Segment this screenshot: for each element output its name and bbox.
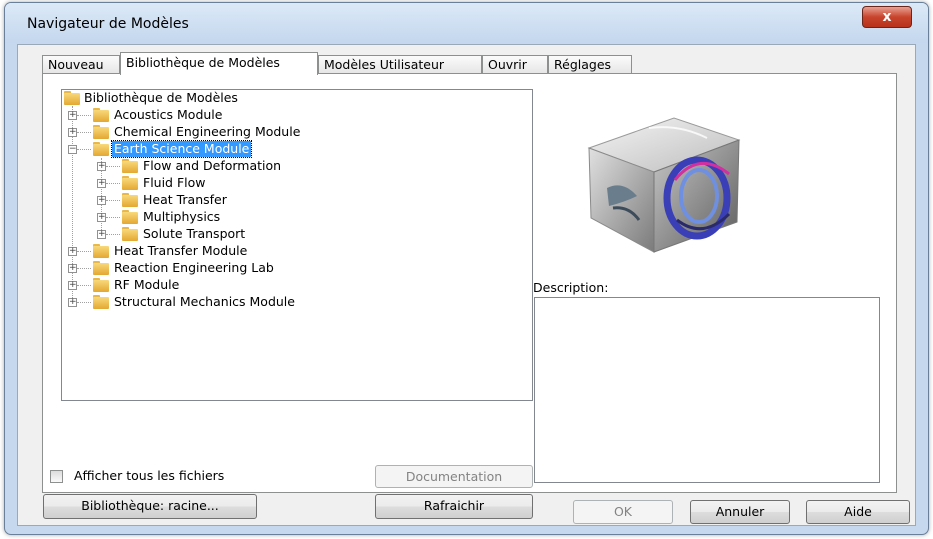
show-all-files-checkbox[interactable] — [50, 470, 63, 483]
model-tree[interactable]: Bibliothèque de Modèles + Acoustics Modu… — [61, 89, 533, 401]
expand-icon[interactable]: + — [68, 247, 77, 256]
tab-bibliotheque-de-modeles[interactable]: Bibliothèque de Modèles — [120, 52, 318, 75]
expand-icon[interactable]: + — [68, 111, 77, 120]
tab-nouveau[interactable]: Nouveau — [42, 55, 120, 74]
folder-icon — [122, 159, 138, 173]
close-button[interactable]: x — [862, 6, 912, 28]
folder-icon — [93, 142, 109, 156]
folder-icon — [122, 210, 138, 224]
collapse-icon[interactable]: − — [68, 145, 77, 154]
help-button[interactable]: Aide — [806, 500, 910, 524]
folder-icon — [93, 278, 109, 292]
model-navigator-window: Navigateur de Modèles x Nouveau Biblioth… — [4, 2, 929, 535]
expand-icon[interactable]: + — [68, 264, 77, 273]
ok-button[interactable]: OK — [573, 500, 673, 524]
folder-icon — [93, 125, 109, 139]
expand-icon[interactable]: + — [68, 281, 77, 290]
tree-node-label-selected: Earth Science Module — [110, 140, 253, 158]
folder-icon — [93, 244, 109, 258]
refresh-button[interactable]: Rafraichir — [375, 494, 533, 519]
tree-node-label: RF Module — [114, 277, 180, 292]
tab-ouvrir[interactable]: Ouvrir — [482, 55, 548, 74]
folder-icon — [93, 108, 109, 122]
comsol-cube-logo-icon — [587, 117, 741, 253]
expand-icon[interactable]: + — [68, 298, 77, 307]
tree-node-label: Solute Transport — [143, 226, 246, 241]
tree-node-label: Heat Transfer Module — [114, 243, 248, 258]
folder-icon — [122, 227, 138, 241]
dialog-client-area: Nouveau Bibliothèque de Modèles Modèles … — [17, 44, 916, 526]
expand-icon[interactable]: + — [68, 128, 77, 137]
tab-reglages[interactable]: Réglages — [548, 55, 632, 74]
expand-icon[interactable]: + — [97, 230, 106, 239]
title-bar[interactable]: Navigateur de Modèles x — [5, 3, 928, 43]
tree-node-label: Multiphysics — [143, 209, 221, 224]
tree-node-label: Acoustics Module — [114, 107, 223, 122]
tree-node-label: Chemical Engineering Module — [114, 124, 301, 139]
folder-icon — [122, 193, 138, 207]
tree-node-label: Fluid Flow — [143, 175, 206, 190]
model-library-panel: Bibliothèque de Modèles + Acoustics Modu… — [42, 73, 897, 519]
folder-icon — [122, 176, 138, 190]
tree-node-label: Heat Transfer — [143, 192, 227, 207]
tree-node-label: Flow and Deformation — [143, 158, 282, 173]
folder-icon — [93, 295, 109, 309]
description-box[interactable] — [534, 297, 880, 483]
expand-icon[interactable]: + — [97, 213, 106, 222]
tree-node-label: Reaction Engineering Lab — [114, 260, 274, 275]
window-title: Navigateur de Modèles — [27, 16, 189, 32]
show-all-files-label: Afficher tous les fichiers — [74, 468, 225, 483]
folder-icon — [93, 261, 109, 275]
library-root-button[interactable]: Bibliothèque: racine... — [43, 494, 257, 519]
expand-icon[interactable]: + — [97, 162, 106, 171]
tab-modeles-utilisateur[interactable]: Modèles Utilisateur — [318, 55, 482, 74]
expand-icon[interactable]: + — [97, 179, 106, 188]
description-label: Description: — [533, 280, 609, 295]
tree-node-label: Bibliothèque de Modèles — [84, 90, 238, 105]
expand-icon[interactable]: + — [97, 196, 106, 205]
tree-node-label: Structural Mechanics Module — [114, 294, 295, 309]
folder-icon — [64, 91, 80, 105]
cancel-button[interactable]: Annuler — [690, 500, 790, 524]
documentation-button[interactable]: Documentation — [375, 465, 533, 488]
